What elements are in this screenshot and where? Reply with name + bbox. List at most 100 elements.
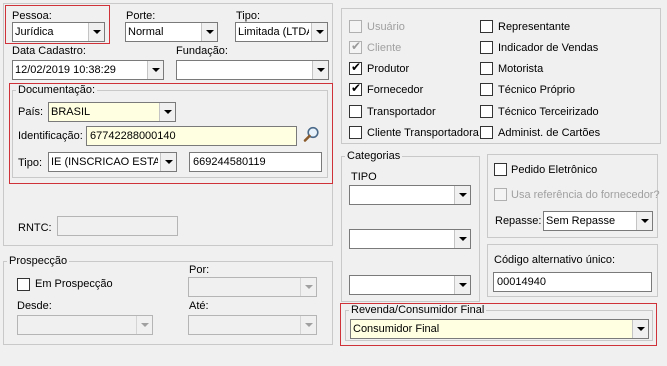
usa-referencia-checkbox[interactable]	[494, 188, 507, 201]
por-label: Por:	[189, 264, 210, 276]
tipo-empresa-dropdown-button[interactable]	[311, 23, 327, 41]
repasse-dropdown-button[interactable]	[636, 212, 652, 230]
fundacao-dropdown-button[interactable]	[312, 61, 328, 79]
transportador-checkbox[interactable]	[349, 105, 362, 118]
prospeccao-title: Prospecção	[7, 255, 70, 268]
por-dropdown-button[interactable]	[300, 278, 316, 296]
produtor-label: Produtor	[367, 63, 410, 75]
pais-value: BRASIL	[51, 106, 91, 118]
categoria-3-dropdown-button[interactable]	[454, 276, 470, 294]
documentacao-title: Documentação:	[16, 84, 98, 97]
codigo-alternativo-label: Código alternativo único:	[494, 254, 616, 266]
checkmark-icon: ✔	[351, 60, 362, 74]
identificacao-value: 67742288000140	[90, 130, 176, 142]
codigo-alternativo-input[interactable]: 00014940	[493, 272, 652, 292]
chevron-down-icon	[141, 323, 149, 327]
categoria-select-1[interactable]	[349, 185, 471, 205]
magnifier-icon[interactable]	[303, 126, 320, 143]
repasse-value: Sem Repasse	[546, 215, 616, 227]
chevron-down-icon	[641, 219, 649, 223]
chevron-down-icon	[459, 283, 467, 287]
chevron-down-icon	[459, 193, 467, 197]
ate-picker[interactable]	[188, 315, 317, 335]
chevron-down-icon	[164, 110, 172, 114]
tipo-doc-number-value: 669244580119	[193, 156, 266, 168]
tipo-doc-number-input[interactable]: 669244580119	[189, 152, 322, 172]
desde-label: Desde:	[17, 300, 52, 312]
tipo-empresa-select[interactable]: Limitada (LTDA	[235, 22, 328, 42]
em-prospeccao-label: Em Prospecção	[35, 278, 113, 290]
tipo-doc-label: Tipo:	[18, 157, 43, 169]
chevron-down-icon	[206, 30, 214, 34]
motorista-label: Motorista	[498, 63, 544, 75]
pedido-eletronico-checkbox[interactable]	[494, 163, 507, 176]
motorista-checkbox[interactable]	[480, 62, 493, 75]
indicador-vendas-checkbox[interactable]	[480, 41, 493, 54]
chevron-down-icon	[305, 285, 313, 289]
porte-dropdown-button[interactable]	[201, 23, 217, 41]
tecnico-terceirizado-checkbox[interactable]	[480, 105, 493, 118]
identificacao-input[interactable]: 67742288000140	[86, 126, 297, 146]
administ-cartoes-label: Administ. de Cartões	[498, 127, 601, 139]
tipo-doc-value: IE (INSCRICAO ESTAD	[51, 156, 158, 168]
porte-select[interactable]: Normal	[125, 22, 218, 42]
categoria-1-dropdown-button[interactable]	[454, 186, 470, 204]
rntc-label: RNTC:	[18, 222, 52, 234]
desde-picker[interactable]	[17, 315, 153, 335]
codigo-alternativo-value: 00014940	[497, 276, 546, 288]
chevron-down-icon	[316, 30, 324, 34]
data-cadastro-value: 12/02/2019 10:38:29	[15, 64, 116, 76]
categoria-select-2[interactable]	[349, 229, 471, 249]
chevron-down-icon	[637, 327, 645, 331]
data-cadastro-label: Data Cadastro:	[12, 45, 86, 57]
ate-dropdown-button[interactable]	[300, 316, 316, 334]
pedido-eletronico-label: Pedido Eletrônico	[511, 164, 598, 176]
revenda-select[interactable]: Consumidor Final	[350, 319, 649, 339]
chevron-down-icon	[165, 160, 173, 164]
identificacao-label: Identificação:	[18, 130, 83, 142]
transportador-label: Transportador	[367, 106, 436, 118]
fornecedor-checkbox[interactable]: ✔	[349, 81, 362, 96]
chevron-down-icon	[305, 323, 313, 327]
cliente-transportadora-label: Cliente Transportadora	[367, 127, 479, 139]
chevron-down-icon	[317, 68, 325, 72]
categorias-tipo-label: TIPO	[351, 171, 377, 183]
pessoa-value: Jurídica	[15, 26, 54, 38]
chevron-down-icon	[93, 30, 101, 34]
indicador-vendas-label: Indicador de Vendas	[498, 42, 599, 54]
ate-label: Até:	[189, 300, 209, 312]
repasse-select[interactable]: Sem Repasse	[543, 211, 653, 231]
pais-dropdown-button[interactable]	[159, 103, 175, 121]
usuario-checkbox[interactable]	[349, 20, 362, 33]
revenda-title: Revenda/Consumidor Final	[349, 304, 487, 317]
representante-checkbox[interactable]	[480, 20, 493, 33]
rntc-input[interactable]	[57, 216, 178, 236]
pessoa-select[interactable]: Jurídica	[12, 22, 105, 42]
tipo-doc-select[interactable]: IE (INSCRICAO ESTAD	[48, 152, 177, 172]
revenda-value: Consumidor Final	[353, 323, 440, 335]
administ-cartoes-checkbox[interactable]	[480, 126, 493, 139]
cliente-checkbox[interactable]: ✔	[349, 39, 362, 54]
cliente-transportadora-checkbox[interactable]	[349, 126, 362, 139]
revenda-dropdown-button[interactable]	[632, 320, 648, 338]
desde-dropdown-button[interactable]	[136, 316, 152, 334]
checkmark-icon: ✔	[351, 39, 362, 53]
checkmark-icon: ✔	[351, 81, 362, 95]
tecnico-proprio-checkbox[interactable]	[480, 83, 493, 96]
por-select[interactable]	[188, 277, 317, 297]
categoria-select-3[interactable]	[349, 275, 471, 295]
categoria-2-dropdown-button[interactable]	[454, 230, 470, 248]
produtor-checkbox[interactable]: ✔	[349, 60, 362, 75]
data-cadastro-picker[interactable]: 12/02/2019 10:38:29	[12, 60, 164, 80]
data-cadastro-dropdown-button[interactable]	[147, 61, 163, 79]
tipo-empresa-value: Limitada (LTDA	[238, 26, 309, 38]
cliente-label: Cliente	[367, 42, 402, 54]
pais-label: País:	[18, 106, 44, 118]
fundacao-picker[interactable]	[176, 60, 329, 80]
em-prospeccao-checkbox[interactable]	[17, 278, 30, 291]
chevron-down-icon	[152, 68, 160, 72]
tipo-doc-dropdown-button[interactable]	[160, 153, 176, 171]
pais-select[interactable]: BRASIL	[48, 102, 176, 122]
pessoa-dropdown-button[interactable]	[88, 23, 104, 41]
usa-referencia-label: Usa referência do fornecedor?	[511, 189, 660, 201]
